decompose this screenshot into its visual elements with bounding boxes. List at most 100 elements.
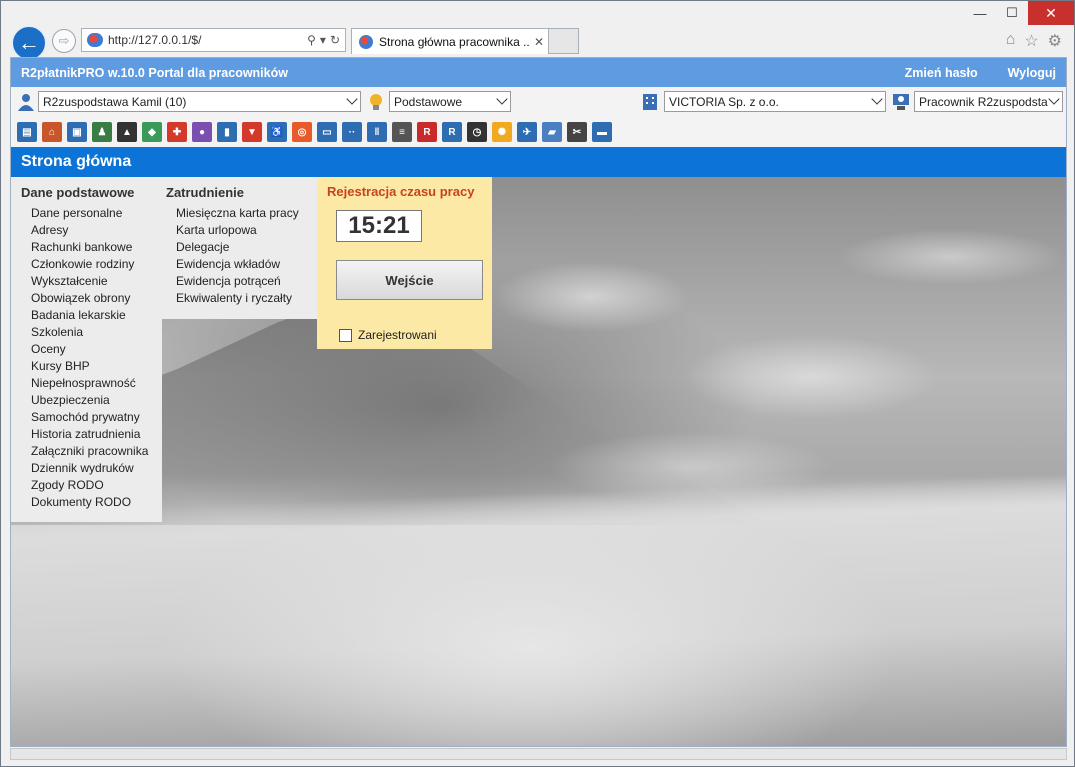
graduation-cap-icon[interactable]: ▲ — [117, 122, 137, 142]
back-arrow-icon[interactable]: ← — [11, 25, 47, 61]
profile-card-icon[interactable]: ▣ — [67, 122, 87, 142]
basic-data-menu-item[interactable]: Rachunki bankowe — [21, 239, 162, 256]
close-tab-icon[interactable]: ✕ — [530, 35, 548, 49]
entry-button[interactable]: Wejście — [336, 260, 483, 300]
address-url[interactable]: http://127.0.0.1/$/ — [108, 33, 307, 47]
building-icon — [643, 94, 657, 110]
employment-menu-item[interactable]: Miesięczna karta pracy — [166, 205, 317, 222]
selector-row: R2zuspodstawa Kamil (10) Podstawowe VICT… — [11, 87, 1066, 117]
registered-checkbox[interactable] — [339, 328, 352, 342]
first-aid-kit-icon[interactable]: ✚ — [167, 122, 187, 142]
app-page: R2płatnikPRO w.10.0 Portal dla pracownik… — [10, 57, 1067, 747]
lightbulb-icon — [370, 94, 382, 110]
browser-window: — ☐ ✕ ← ⇨ http://127.0.0.1/$/ ⚲ ▾ ↻ Stro… — [0, 0, 1075, 767]
tab-title: Strona główna pracownika ... — [379, 34, 530, 49]
view-select[interactable]: Podstawowe — [389, 91, 511, 112]
basic-data-menu-item[interactable]: Kursy BHP — [21, 358, 162, 375]
basic-data-menu-item[interactable]: Samochód prywatny — [21, 409, 162, 426]
basic-data-menu-item[interactable]: Załączniki pracownika — [21, 443, 162, 460]
footprints-icon[interactable]: ·· — [342, 122, 362, 142]
home-icon[interactable]: ⌂ — [42, 122, 62, 142]
basic-data-menu-item[interactable]: Dziennik wydruków — [21, 460, 162, 477]
basic-data-menu-item[interactable]: Dane personalne — [21, 205, 162, 222]
browser-tab[interactable]: Strona główna pracownika ... ✕ — [351, 28, 549, 54]
id-card-icon[interactable]: ▤ — [17, 122, 37, 142]
fire-extinguisher-icon[interactable]: ▼ — [242, 122, 262, 142]
wheelchair-icon[interactable]: ♿ — [267, 122, 287, 142]
employment-menu-item[interactable]: Ewidencja potrąceń — [166, 273, 317, 290]
home-content: Dane podstawowe Dane personalne Adresy Rac… — [11, 177, 1066, 746]
cloud-backdrop — [391, 177, 1066, 507]
basic-data-menu-item[interactable]: Dokumenty RODO — [21, 494, 162, 511]
module-icon-bar: ▤ ⌂ ▣ ♟ ▲ ◆ ✚ ● ▮ ▼ ♿ ◎ ▭ ·· ‖ ≡ R R ◷ ✺ ✈ ▰ ✂ ▬ — [11, 117, 1066, 147]
registered-label: Zarejestrowani — [358, 328, 437, 342]
clock-icon[interactable]: ◷ — [467, 122, 487, 142]
browser-nav-bar: ← ⇨ http://127.0.0.1/$/ ⚲ ▾ ↻ Strona głó… — [1, 23, 1074, 61]
page-title: Strona główna — [11, 147, 1066, 177]
employment-heading: Zatrudnienie — [166, 185, 245, 200]
basic-data-menu-item[interactable]: Szkolenia — [21, 324, 162, 341]
basic-data-menu-item[interactable]: Zgody RODO — [21, 477, 162, 494]
current-time: 15:21 — [336, 210, 422, 242]
window-controls: — ☐ ✕ — [964, 1, 1074, 25]
family-icon[interactable]: ♟ — [92, 122, 112, 142]
basic-data-menu: Dane podstawowe Dane personalne Adresy Rac… — [11, 177, 162, 522]
tab-favicon-icon — [359, 34, 373, 49]
logout-link[interactable]: Wyloguj — [1008, 66, 1056, 80]
rodo-stop-icon[interactable]: R — [417, 122, 437, 142]
basic-data-menu-item[interactable]: Obowiązek obrony — [21, 290, 162, 307]
employment-menu-item[interactable]: Delegacje — [166, 239, 317, 256]
registered-checkbox-row[interactable]: Zarejestrowani — [339, 328, 482, 342]
basic-data-menu-item[interactable]: Niepełnosprawność — [21, 375, 162, 392]
airplane-icon[interactable]: ✈ — [517, 122, 537, 142]
employment-menu: Zatrudnienie Miesięczna karta pracy Karta… — [162, 177, 317, 319]
new-tab-button[interactable] — [549, 28, 579, 54]
site-favicon-icon — [87, 33, 103, 47]
status-bar — [10, 748, 1067, 760]
time-registration-heading: Rejestracja czasu pracy — [327, 184, 475, 199]
basic-data-menu-item[interactable]: Oceny — [21, 341, 162, 358]
address-bar[interactable]: http://127.0.0.1/$/ ⚲ ▾ ↻ — [81, 28, 346, 52]
truck-icon[interactable]: ▬ — [592, 122, 612, 142]
dropdown-icon[interactable]: ▾ — [320, 33, 326, 47]
basic-data-heading: Dane podstawowe — [21, 185, 135, 200]
basic-data-menu-item[interactable]: Wykształcenie — [21, 273, 162, 290]
home-icon[interactable]: ⌂ — [1006, 31, 1016, 51]
employee-role-icon — [893, 94, 909, 110]
sun-icon[interactable]: ✺ — [492, 122, 512, 142]
refresh-icon[interactable]: ↻ — [330, 33, 340, 47]
pill-icon[interactable]: ● — [192, 122, 212, 142]
user-icon — [18, 94, 34, 111]
app-title: R2płatnikPRO w.10.0 Portal dla pracownik… — [21, 65, 288, 80]
forward-arrow-icon[interactable]: ⇨ — [52, 29, 76, 53]
time-registration-panel: Rejestracja czasu pracy 15:21 Wejście Za… — [317, 177, 492, 349]
car-icon[interactable]: ▭ — [317, 122, 337, 142]
basic-data-menu-item[interactable]: Adresy — [21, 222, 162, 239]
basic-data-menu-item[interactable]: Ubezpieczenia — [21, 392, 162, 409]
printer-icon[interactable]: ≡ — [392, 122, 412, 142]
employment-menu-item[interactable]: Karta urlopowa — [166, 222, 317, 239]
shield-icon[interactable]: ◆ — [142, 122, 162, 142]
basic-data-menu-item[interactable]: Członkowie rodziny — [21, 256, 162, 273]
minimize-icon[interactable]: — — [964, 1, 996, 25]
maximize-icon[interactable]: ☐ — [996, 1, 1028, 25]
app-top-bar: R2płatnikPRO w.10.0 Portal dla pracownik… — [11, 58, 1066, 87]
employment-menu-item[interactable]: Ekwiwalenty i ryczałty — [166, 290, 317, 307]
bar-chart-icon[interactable]: ▮ — [217, 122, 237, 142]
package-icon[interactable]: ▰ — [542, 122, 562, 142]
binders-icon[interactable]: ‖ — [367, 122, 387, 142]
search-icon[interactable]: ⚲ — [307, 33, 316, 47]
basic-data-menu-item[interactable]: Badania lekarskie — [21, 307, 162, 324]
lifebuoy-icon[interactable]: ◎ — [292, 122, 312, 142]
settings-gear-icon[interactable]: ⚙ — [1048, 31, 1062, 51]
basic-data-menu-item[interactable]: Historia zatrudnienia — [21, 426, 162, 443]
close-window-icon[interactable]: ✕ — [1028, 1, 1074, 25]
employment-menu-item[interactable]: Ewidencja wkładów — [166, 256, 317, 273]
company-select[interactable]: VICTORIA Sp. z o.o. — [664, 91, 886, 112]
role-select[interactable]: Pracownik R2zuspodsta — [914, 91, 1063, 112]
change-password-link[interactable]: Zmień hasło — [905, 66, 978, 80]
rodo-badge-icon[interactable]: R — [442, 122, 462, 142]
scissors-icon[interactable]: ✂ — [567, 122, 587, 142]
employee-select[interactable]: R2zuspodstawa Kamil (10) — [38, 91, 361, 112]
favorites-star-icon[interactable]: ☆ — [1024, 31, 1038, 51]
